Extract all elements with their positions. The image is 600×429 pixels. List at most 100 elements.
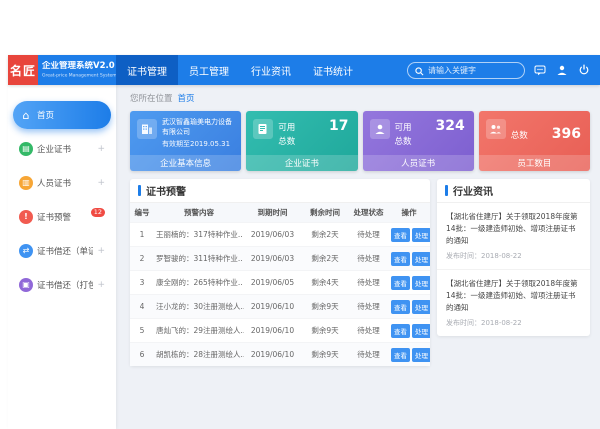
sidebar-item-cert-borrow-package[interactable]: ▣ 证书借还（打包） + [13, 271, 111, 299]
certificate-icon [253, 119, 273, 139]
cert-warning-panel: 证书预警 编号 预警内容 到期时间 剩余时间 处理状态 操作 [130, 179, 430, 366]
cell-expire: 2019/06/03 [244, 223, 301, 247]
cell-no: 3 [130, 271, 154, 295]
search-input[interactable] [428, 66, 517, 75]
cert-warning-icon: ! [19, 210, 33, 224]
col-header: 到期时间 [244, 203, 301, 223]
handle-button[interactable]: 处理 [412, 348, 430, 362]
search-box[interactable] [407, 62, 525, 79]
col-header: 编号 [130, 203, 154, 223]
cell-actions: 查看处理 [388, 247, 430, 271]
cert-borrow-package-icon: ▣ [19, 278, 33, 292]
personnel-cert-button[interactable]: 人员证书 [363, 155, 474, 171]
power-icon[interactable] [577, 63, 591, 77]
company-basic-info-button[interactable]: 企业基本信息 [130, 155, 241, 171]
view-button[interactable]: 查看 [391, 324, 410, 338]
news-item[interactable]: 【湖北省住建厅】关于领取2018年度第14批：一级建造师初始、增项注册证书的通知… [437, 203, 590, 270]
stat-value: 396 [552, 126, 581, 142]
stat-label: 可用 [278, 121, 295, 133]
sidebar-item-label: 企业证书 [37, 143, 93, 155]
handle-button[interactable]: 处理 [412, 276, 430, 290]
view-button[interactable]: 查看 [391, 300, 410, 314]
handle-button[interactable]: 处理 [412, 228, 430, 242]
sidebar-item-cert-warning[interactable]: ! 证书预警 12 [13, 203, 111, 231]
sidebar-item-label: 证书借还（打包） [37, 279, 93, 291]
stat-label: 总数 [395, 135, 412, 147]
view-button[interactable]: 查看 [391, 276, 410, 290]
sidebar-item-label: 证书借还（单证） [37, 245, 93, 257]
top-nav: 证书管理 员工管理 行业资讯 证书统计 [116, 55, 364, 85]
stat-label: 总数 [278, 135, 295, 147]
accent-bar [138, 185, 141, 196]
sidebar-item-personnel-cert[interactable]: ▥ 人员证书 + [13, 169, 111, 197]
breadcrumb-home-link[interactable]: 首页 [178, 92, 195, 104]
handle-button[interactable]: 处理 [412, 252, 430, 266]
top-header: 名匠 企业管理系统V2.0 Great-price Management Sys… [8, 55, 600, 85]
search-icon [415, 61, 424, 80]
cell-expire: 2019/06/10 [244, 343, 301, 367]
sidebar: ⌂ 首页 ▤ 企业证书 + ▥ 人员证书 + ! 证书预警 12 ⇄ 证书借还（… [8, 85, 116, 429]
cell-expire: 2019/06/10 [244, 319, 301, 343]
expand-plus-icon[interactable]: + [97, 280, 105, 290]
sidebar-item-cert-borrow-single[interactable]: ⇄ 证书借还（单证） + [13, 237, 111, 265]
expand-plus-icon[interactable]: + [97, 144, 105, 154]
company-validity: 有效期至2019.05.31 [162, 139, 234, 149]
stat-label: 可用 [395, 121, 412, 133]
app-window: 名匠 企业管理系统V2.0 Great-price Management Sys… [8, 55, 600, 429]
nav-tab-cert-management[interactable]: 证书管理 [116, 55, 178, 85]
news-item-date: 发布时间：2018-08-22 [446, 251, 581, 261]
view-button[interactable]: 查看 [391, 348, 410, 362]
cell-actions: 查看处理 [388, 223, 430, 247]
brand-logo: 名匠 [8, 55, 38, 85]
sidebar-item-label: 首页 [37, 109, 105, 121]
cell-content: 罗智骏的：311特种作业.. [154, 247, 244, 271]
cell-no: 2 [130, 247, 154, 271]
table-row: 6 胡凯栋的：28注册测绘人.. 2019/06/10 剩余9天 待处理 查看处… [130, 343, 430, 367]
breadcrumb-prefix: 您所在位置 [130, 92, 173, 104]
home-icon: ⌂ [19, 108, 33, 122]
accent-bar [445, 185, 448, 196]
expand-plus-icon[interactable]: + [97, 178, 105, 188]
cell-expire: 2019/06/10 [244, 295, 301, 319]
nav-tab-cert-statistics[interactable]: 证书统计 [302, 55, 364, 85]
building-icon [137, 119, 157, 139]
view-button[interactable]: 查看 [391, 228, 410, 242]
sidebar-item-enterprise-cert[interactable]: ▤ 企业证书 + [13, 135, 111, 163]
main-content: 您所在位置 首页 武汉智鑫瑜美电力设备有限公司 有效期至2019.05.31 企… [116, 85, 600, 429]
personnel-cert-card: 可用 324 总数 人员证书 [363, 111, 474, 171]
view-button[interactable]: 查看 [391, 252, 410, 266]
col-header: 预警内容 [154, 203, 244, 223]
cell-remain: 剩余9天 [301, 343, 349, 367]
cell-content: 汪小龙的：30注册测绘人.. [154, 295, 244, 319]
people-icon [486, 119, 506, 139]
cell-remain: 剩余2天 [301, 223, 349, 247]
person-icon [370, 119, 390, 139]
handle-button[interactable]: 处理 [412, 300, 430, 314]
table-header-row: 编号 预警内容 到期时间 剩余时间 处理状态 操作 [130, 203, 430, 223]
nav-tab-employee-management[interactable]: 员工管理 [178, 55, 240, 85]
col-header: 操作 [388, 203, 430, 223]
handle-button[interactable]: 处理 [412, 324, 430, 338]
sidebar-item-home[interactable]: ⌂ 首页 [13, 101, 111, 129]
cell-content: 王丽楠的：317特种作业.. [154, 223, 244, 247]
cell-remain: 剩余2天 [301, 247, 349, 271]
sidebar-item-label: 证书预警 [37, 211, 87, 223]
company-info-card: 武汉智鑫瑜美电力设备有限公司 有效期至2019.05.31 企业基本信息 [130, 111, 241, 171]
cell-no: 5 [130, 319, 154, 343]
employee-count-button[interactable]: 员工数目 [479, 155, 590, 171]
message-icon[interactable] [533, 63, 547, 77]
panel-header: 证书预警 [130, 179, 430, 203]
logo: 名匠 企业管理系统V2.0 Great-price Management Sys… [8, 55, 116, 85]
enterprise-cert-button[interactable]: 企业证书 [246, 155, 357, 171]
cell-actions: 查看处理 [388, 319, 430, 343]
nav-tab-industry-news[interactable]: 行业资讯 [240, 55, 302, 85]
personnel-cert-icon: ▥ [19, 176, 33, 190]
industry-news-title: 行业资讯 [453, 183, 493, 198]
user-icon[interactable] [555, 63, 569, 77]
table-row: 2 罗智骏的：311特种作业.. 2019/06/03 剩余2天 待处理 查看处… [130, 247, 430, 271]
enterprise-cert-card: 可用 17 总数 企业证书 [246, 111, 357, 171]
expand-plus-icon[interactable]: + [97, 246, 105, 256]
news-item[interactable]: 【湖北省住建厅】关于领取2018年度第14批：一级建造师初始、增项注册证书的通知… [437, 270, 590, 336]
news-item-title: 【湖北省住建厅】关于领取2018年度第14批：一级建造师初始、增项注册证书的通知 [446, 278, 581, 314]
cell-status: 待处理 [349, 271, 388, 295]
